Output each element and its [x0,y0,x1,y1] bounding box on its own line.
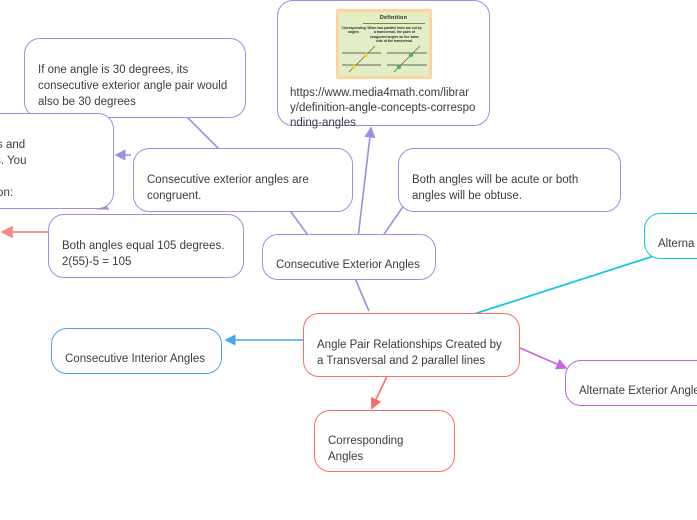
definition-thumbnail[interactable]: Definition Corresponding angles When two… [335,9,432,79]
node-corresponding-angles-label: Corresponding Angles [328,435,404,463]
node-acute-or-obtuse-label: Both angles will be acute or both angles… [412,174,579,202]
edge-consecutive-exterior-to-image-card [357,126,376,239]
node-both-angles-105-label: Both angles equal 105 degrees. 2(55)-5 =… [62,240,225,268]
thumbnail-body-text: When two parallel lines are cut by a tra… [367,26,422,44]
node-consecutive-exterior-angles-label: Consecutive Exterior Angles [276,259,420,271]
node-consecutive-interior-angles-label: Consecutive Interior Angles [65,353,205,365]
thumbnail-lead-label: Corresponding angles [341,26,366,35]
thumbnail-title: Definition [379,15,408,21]
node-consecutive-exterior-congruent-label: Consecutive exterior angles are congruen… [147,174,309,202]
node-thirty-degrees-label: If one angle is 30 degrees, its consecut… [38,64,228,108]
node-corresponding-angles[interactable]: Corresponding Angles [314,410,455,472]
image-card-corresponding-angles[interactable]: Definition Corresponding angles When two… [277,0,490,129]
node-alternate-interior-angles[interactable]: Alterna [644,213,697,259]
node-thirty-degrees[interactable]: If one angle is 30 degrees, its consecut… [24,38,246,118]
definition-thumbnail-inner: Definition Corresponding angles When two… [338,12,429,76]
mindmap-canvas: Definition Corresponding angles When two… [0,0,697,520]
node-consecutive-exterior-congruent[interactable]: Consecutive exterior angles are congruen… [133,148,353,212]
thumbnail-divider [362,23,425,24]
thumbnail-figure-parallel-lines [341,45,427,73]
node-alternate-interior-angles-label: Alterna [658,238,695,250]
node-equation-note[interactable]: (2x-5) degrees and s 105 degrees. You e … [0,113,114,209]
node-acute-or-obtuse[interactable]: Both angles will be acute or both angles… [398,148,621,212]
node-consecutive-exterior-angles[interactable]: Consecutive Exterior Angles [262,234,436,280]
edge-center-to-alternate-exterior [519,347,568,370]
node-center-angle-pair-relationships[interactable]: Angle Pair Relationships Created by a Tr… [303,313,520,377]
image-card-url[interactable]: https://www.media4math.com/library/defin… [288,86,479,131]
node-alternate-exterior-angles-label: Alternate Exterior Angle [579,385,697,397]
node-equation-note-label: (2x-5) degrees and s 105 degrees. You e … [0,139,27,199]
node-alternate-exterior-angles[interactable]: Alternate Exterior Angle [565,360,697,406]
node-consecutive-interior-angles[interactable]: Consecutive Interior Angles [51,328,222,374]
node-center-label: Angle Pair Relationships Created by a Tr… [317,339,502,367]
node-both-angles-105[interactable]: Both angles equal 105 degrees. 2(55)-5 =… [48,214,244,278]
